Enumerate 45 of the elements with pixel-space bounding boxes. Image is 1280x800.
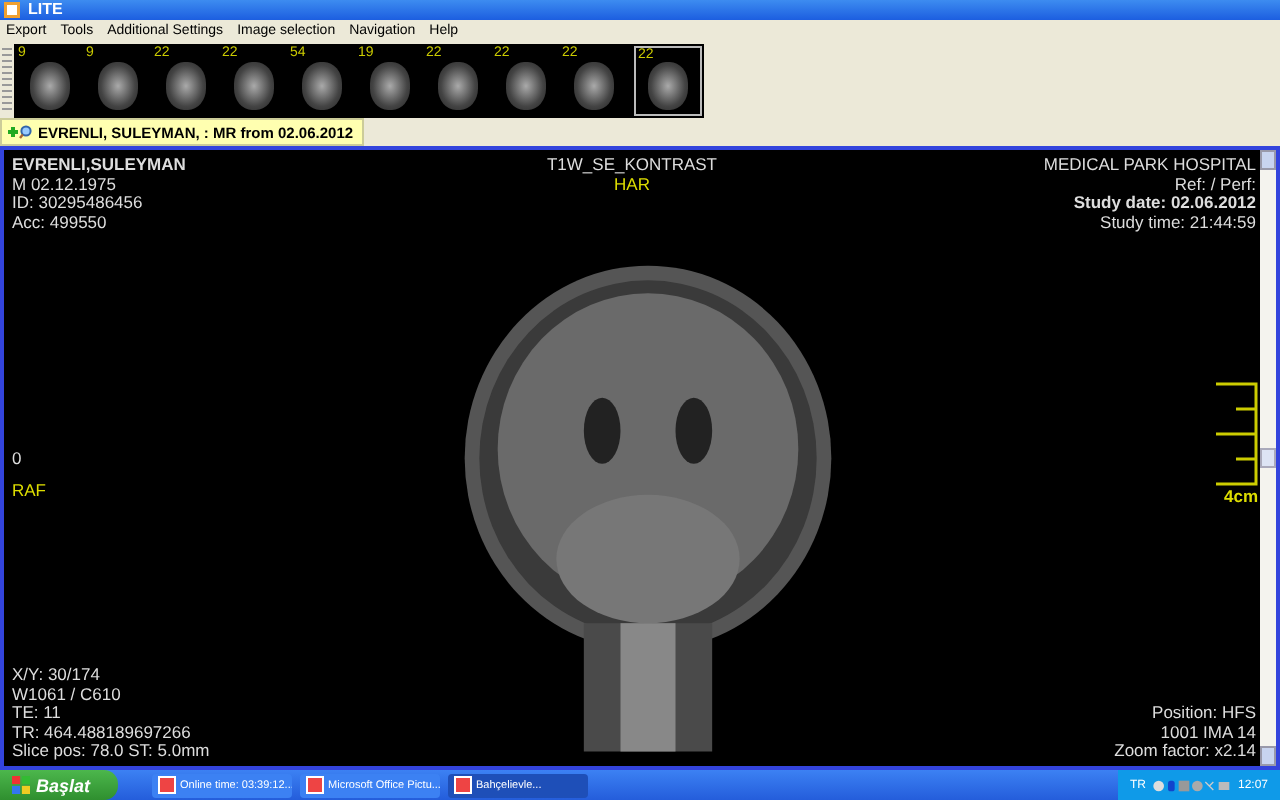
window-icon — [454, 776, 473, 794]
tray-icons[interactable] — [1151, 777, 1232, 793]
overlay-text: TE: 11 — [12, 704, 63, 724]
scan-thumbnail — [30, 62, 70, 110]
overlay-text: W1061 / C610 — [12, 685, 123, 705]
window-icon — [306, 776, 325, 794]
scan-thumbnail — [302, 62, 342, 110]
plus-search-icon — [6, 124, 34, 140]
overlay-text: X/Y: 30/174 — [12, 666, 102, 686]
overlay-text: 1001 IMA 14 — [1160, 723, 1256, 743]
scroll-thumb[interactable] — [1260, 448, 1276, 468]
scrollbar[interactable] — [1260, 150, 1276, 766]
overlay-text: Acc: 499550 — [12, 213, 109, 233]
scale-bar — [1214, 382, 1258, 486]
overlay-text: MEDICAL PARK HOSPITAL — [1043, 156, 1256, 176]
scan-thumbnail — [370, 62, 410, 110]
scan-thumbnail — [438, 62, 478, 110]
grip-handle[interactable] — [2, 48, 12, 114]
window-title: LITE — [28, 0, 63, 20]
windows-flag-icon — [12, 776, 30, 794]
overlay-text: TR: 464.488189697266 — [12, 723, 193, 743]
orientation-value: 0 — [12, 450, 24, 470]
overlay-text: ID: 30295486456 — [12, 194, 145, 214]
orientation-label: RAF — [12, 481, 46, 501]
scroll-down-button[interactable] — [1260, 746, 1276, 766]
scale-label: 4cm — [1223, 486, 1258, 506]
overlay-text: Study time: 21:44:59 — [1100, 213, 1256, 233]
overlay-text: M 02.12.1975 — [12, 175, 118, 195]
scan-thumbnail — [98, 62, 138, 110]
overlay-text: Zoom factor: x2.14 — [1114, 742, 1256, 762]
overlay-text: Ref: / Perf: — [1174, 175, 1256, 195]
scroll-up-button[interactable] — [1260, 150, 1276, 170]
window-icon — [158, 776, 177, 794]
app-icon — [4, 2, 20, 18]
overlay-text: Position: HFS — [1152, 704, 1256, 724]
scan-thumbnail — [574, 62, 614, 110]
scan-thumbnail — [506, 62, 546, 110]
scan-thumbnail — [648, 62, 688, 110]
overlay-text: Slice pos: 78.0 ST: 5.0mm — [12, 742, 210, 762]
scan-thumbnail — [166, 62, 206, 110]
scan-thumbnail — [234, 62, 274, 110]
overlay-text: Study date: 02.06.2012 — [1073, 194, 1256, 214]
overlay-text: EVRENLI,SULEYMAN — [12, 156, 186, 176]
orientation-label: HAR — [614, 175, 650, 195]
series-title: T1W_SE_KONTRAST — [546, 156, 718, 176]
